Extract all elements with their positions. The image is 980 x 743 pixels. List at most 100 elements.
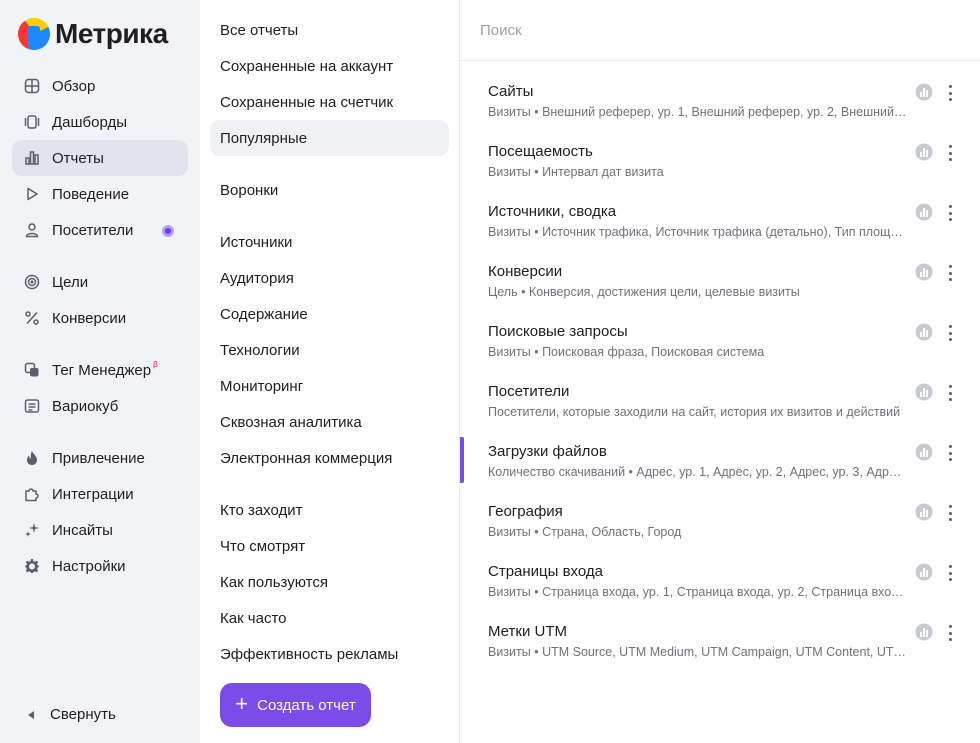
- category-ad-effectiveness[interactable]: Эффективность рекламы: [210, 636, 449, 672]
- search-input[interactable]: [480, 19, 960, 41]
- percent-icon: [24, 310, 40, 326]
- category-saved-counter[interactable]: Сохраненные на счетчик: [210, 84, 449, 120]
- brand-name: Метрика: [55, 18, 168, 49]
- category-sources[interactable]: Источники: [210, 224, 449, 260]
- more-options-icon[interactable]: [945, 383, 955, 403]
- sidebar-item-overview[interactable]: Обзор: [12, 68, 188, 104]
- sidebar-item-variocube[interactable]: Вариокуб: [12, 388, 188, 424]
- category-monitoring[interactable]: Мониторинг: [210, 368, 449, 404]
- sidebar-item-tag-manager[interactable]: Тег Менеджер β: [12, 352, 188, 388]
- report-description: Визиты • Внешний реферер, ур. 1, Внешний…: [488, 105, 908, 119]
- more-options-icon[interactable]: [945, 503, 955, 523]
- sidebar-item-settings[interactable]: Настройки: [12, 548, 188, 584]
- more-options-icon[interactable]: [945, 143, 955, 163]
- report-description: Визиты • Интервал дат визита: [488, 165, 664, 179]
- sidebar-item-behavior[interactable]: Поведение: [12, 176, 188, 212]
- report-description: Цель • Конверсия, достижения цели, целев…: [488, 285, 800, 299]
- report-chart-icon[interactable]: [915, 383, 933, 401]
- report-chart-icon[interactable]: [915, 623, 933, 641]
- more-options-icon[interactable]: [945, 323, 955, 343]
- report-categories-panel: Все отчеты Сохраненные на аккаунт Сохран…: [200, 0, 460, 743]
- report-title: Источники, сводка: [488, 203, 617, 220]
- category-popular[interactable]: Популярные: [210, 120, 449, 156]
- more-options-icon[interactable]: [945, 623, 955, 643]
- report-title: Поисковые запросы: [488, 323, 628, 340]
- report-title: Страницы входа: [488, 563, 603, 580]
- category-label: Электронная коммерция: [220, 449, 393, 467]
- sidebar-item-label: Конверсии: [52, 309, 127, 327]
- category-label: Эффективность рекламы: [220, 645, 399, 663]
- more-options-icon[interactable]: [945, 203, 955, 223]
- more-options-icon[interactable]: [945, 83, 955, 103]
- grid-icon: [24, 78, 40, 94]
- report-item-sites[interactable]: Сайты Визиты • Внешний реферер, ур. 1, В…: [460, 83, 980, 143]
- dashboard-icon: [24, 114, 40, 130]
- sidebar-item-visitors[interactable]: Посетители: [12, 212, 188, 248]
- new-indicator-dot: [162, 225, 174, 237]
- more-options-icon[interactable]: [945, 563, 955, 583]
- sidebar-item-acquisition[interactable]: Привлечение: [12, 440, 188, 476]
- report-chart-icon[interactable]: [915, 503, 933, 521]
- sidebar-item-insights[interactable]: Инсайты: [12, 512, 188, 548]
- category-funnels[interactable]: Воронки: [210, 172, 449, 208]
- report-item-utm-tags[interactable]: Метки UTM Визиты • UTM Source, UTM Mediu…: [460, 623, 980, 683]
- target-icon: [24, 274, 40, 290]
- sidebar-item-integrations[interactable]: Интеграции: [12, 476, 188, 512]
- sidebar-item-goals[interactable]: Цели: [12, 264, 188, 300]
- more-options-icon[interactable]: [945, 443, 955, 463]
- main-sidebar: Метрика Обзор Дашборды Отчеты Поведение …: [0, 0, 200, 743]
- report-item-geography[interactable]: География Визиты • Страна, Область, Горо…: [460, 503, 980, 563]
- report-chart-icon[interactable]: [915, 563, 933, 581]
- report-description: Визиты • Источник трафика, Источник траф…: [488, 225, 908, 239]
- sidebar-item-label: Привлечение: [52, 449, 145, 467]
- report-chart-icon[interactable]: [915, 143, 933, 161]
- report-chart-icon[interactable]: [915, 443, 933, 461]
- sidebar-item-label: Поведение: [52, 185, 130, 203]
- category-how-they-use[interactable]: Как пользуются: [210, 564, 449, 600]
- report-item-search-queries[interactable]: Поисковые запросы Визиты • Поисковая фра…: [460, 323, 980, 383]
- report-item-visitors[interactable]: Посетители Посетители, которые заходили …: [460, 383, 980, 443]
- category-how-often[interactable]: Как часто: [210, 600, 449, 636]
- sidebar-item-dashboards[interactable]: Дашборды: [12, 104, 188, 140]
- category-ecommerce[interactable]: Электронная коммерция: [210, 440, 449, 476]
- category-label: Аудитория: [220, 269, 294, 287]
- sidebar-item-conversions[interactable]: Конверсии: [12, 300, 188, 336]
- category-technologies[interactable]: Технологии: [210, 332, 449, 368]
- metrika-logo[interactable]: Метрика: [18, 18, 168, 50]
- collapse-label: Свернуть: [50, 706, 116, 723]
- puzzle-icon: [24, 486, 40, 502]
- sidebar-item-label: Интеграции: [52, 485, 134, 503]
- sidebar-item-label: Настройки: [52, 557, 126, 575]
- report-title: Сайты: [488, 83, 534, 100]
- category-what-they-view[interactable]: Что смотрят: [210, 528, 449, 564]
- variocube-icon: [24, 398, 40, 414]
- report-title: Загрузки файлов: [488, 443, 607, 460]
- category-end-to-end-analytics[interactable]: Сквозная аналитика: [210, 404, 449, 440]
- reports-list-panel: Сайты Визиты • Внешний реферер, ур. 1, В…: [460, 0, 980, 743]
- report-item-sources-summary[interactable]: Источники, сводка Визиты • Источник траф…: [460, 203, 980, 263]
- report-item-attendance[interactable]: Посещаемость Визиты • Интервал дат визит…: [460, 143, 980, 203]
- chevron-left-icon: [28, 710, 34, 719]
- sidebar-item-label: Посетители: [52, 221, 134, 239]
- report-item-entry-pages[interactable]: Страницы входа Визиты • Страница входа, …: [460, 563, 980, 623]
- category-all-reports[interactable]: Все отчеты: [210, 12, 449, 48]
- sidebar-item-reports[interactable]: Отчеты: [12, 140, 188, 176]
- category-who-visits[interactable]: Кто заходит: [210, 492, 449, 528]
- report-chart-icon[interactable]: [915, 323, 933, 341]
- more-options-icon[interactable]: [945, 263, 955, 283]
- category-label: Воронки: [220, 181, 279, 199]
- category-content[interactable]: Содержание: [210, 296, 449, 332]
- report-item-file-downloads[interactable]: Загрузки файлов Количество скачиваний • …: [460, 437, 980, 497]
- collapse-sidebar-button[interactable]: Свернуть: [24, 706, 116, 723]
- category-label: Источники: [220, 233, 293, 251]
- report-chart-icon[interactable]: [915, 203, 933, 221]
- report-chart-icon[interactable]: [915, 263, 933, 281]
- report-chart-icon[interactable]: [915, 83, 933, 101]
- sidebar-item-label: Цели: [52, 273, 89, 291]
- report-item-conversions[interactable]: Конверсии Цель • Конверсия, достижения ц…: [460, 263, 980, 323]
- category-audience[interactable]: Аудитория: [210, 260, 449, 296]
- report-title: Метки UTM: [488, 623, 567, 640]
- report-description: Визиты • Страна, Область, Город: [488, 525, 682, 539]
- create-report-button[interactable]: + Создать отчет: [220, 683, 371, 727]
- category-saved-account[interactable]: Сохраненные на аккаунт: [210, 48, 449, 84]
